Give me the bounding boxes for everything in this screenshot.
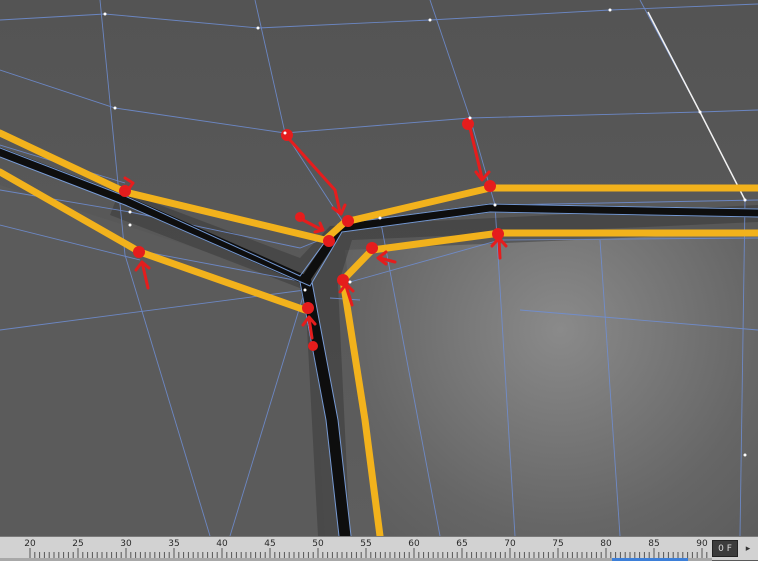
- ruler-tick-label: 55: [360, 539, 372, 549]
- annotation-dot: [308, 341, 318, 351]
- annotation-dot: [342, 215, 354, 227]
- annotation-dot: [323, 235, 335, 247]
- current-frame-readout[interactable]: 0 F: [712, 540, 738, 557]
- arrow-right-icon[interactable]: ▸: [741, 541, 755, 557]
- ruler-tick-label: 70: [504, 539, 516, 549]
- ruler-tick-label: 85: [648, 539, 660, 549]
- mesh-scene: [0, 0, 758, 536]
- ruler-tick-label: 80: [600, 539, 612, 549]
- annotation-dot: [484, 180, 496, 192]
- 3d-viewport[interactable]: [0, 0, 758, 536]
- ruler-tick-label: 90: [696, 539, 708, 549]
- ruler-tick-label: 75: [552, 539, 564, 549]
- ruler-tick-label: 30: [120, 539, 132, 549]
- annotation-dot: [281, 129, 293, 141]
- ruler-tick-label: 20: [24, 539, 36, 549]
- ruler-tick-label: 50: [312, 539, 324, 549]
- ruler-tick-label: 35: [168, 539, 180, 549]
- ruler-tick-label: 60: [408, 539, 420, 549]
- annotation-dot: [302, 302, 314, 314]
- timeline-bar[interactable]: 20 25 30 35 40 45 50 55 60 65 70 75 80 85 90 0 F ▸: [0, 536, 758, 561]
- ruler-tick-label: 40: [216, 539, 228, 549]
- ruler-tick-label: 45: [264, 539, 276, 549]
- annotation-dot: [366, 242, 378, 254]
- ruler-tick-label: 25: [72, 539, 84, 549]
- ruler-tick-label: 65: [456, 539, 468, 549]
- annotation-dot: [133, 246, 145, 258]
- lower-right-face: [345, 232, 758, 536]
